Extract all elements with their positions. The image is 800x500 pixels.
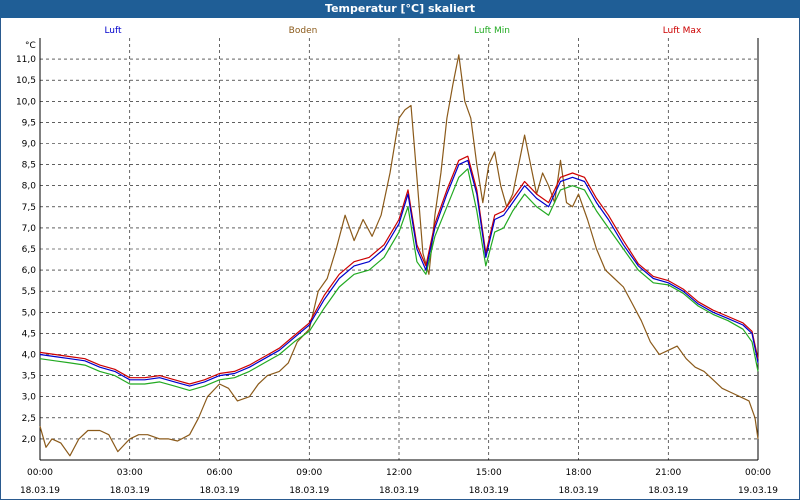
y-axis-unit: °C — [25, 41, 36, 51]
y-tick-label: 5,5 — [22, 287, 36, 297]
x-tick-time: 06:00 — [207, 468, 233, 478]
x-tick-time: 18:00 — [566, 468, 592, 478]
grid — [40, 38, 758, 460]
y-tick-label: 9,0 — [22, 140, 37, 150]
y-tick-label: 8,0 — [22, 182, 37, 192]
x-tick-date: 19.03.19 — [738, 486, 778, 496]
y-tick-label: 8,5 — [22, 161, 36, 171]
legend-item-luft: Luft — [104, 26, 122, 36]
x-tick-time: 21:00 — [655, 468, 681, 478]
y-tick-labels: 2,0 2,5 3,0 3,5 4,0 4,5 5,0 5,5 6,0 6,5 7,0 7,5 8,0 8… — [16, 55, 36, 445]
y-tick-label: 9,5 — [22, 118, 36, 128]
x-tick-time: 00:00 — [745, 468, 771, 478]
y-tick-label: 3,0 — [22, 393, 37, 403]
x-tick-time: 15:00 — [476, 468, 502, 478]
y-tick-label: 3,5 — [22, 372, 36, 382]
x-tick-date: 18.03.19 — [289, 486, 329, 496]
y-tick-label: 2,0 — [22, 435, 37, 445]
x-tick-date: 18.03.19 — [558, 486, 598, 496]
y-tick-label: 5,0 — [22, 308, 37, 318]
legend-item-luft-min: Luft Min — [474, 26, 510, 36]
y-tick-label: 2,5 — [22, 414, 36, 424]
x-tick-time: 00:00 — [27, 468, 53, 478]
y-tick-label: 11,0 — [16, 55, 36, 65]
x-tick-date: 18.03.19 — [110, 486, 150, 496]
y-tick-label: 7,5 — [22, 203, 36, 213]
y-tick-label: 10,0 — [16, 97, 36, 107]
x-tick-date: 18.03.19 — [199, 486, 239, 496]
y-tick-label: 4,0 — [22, 351, 37, 361]
x-tick-date: 18.03.19 — [469, 486, 509, 496]
x-tick-date: 18.03.19 — [20, 486, 60, 496]
x-tick-labels: 00:00 18.03.19 03:00 18.03.19 06:00 18.03.19 0… — [20, 468, 778, 496]
x-tick-date: 18.03.19 — [379, 486, 419, 496]
y-tick-label: 10,5 — [16, 76, 36, 86]
x-tick-time: 12:00 — [386, 468, 412, 478]
x-tick-time: 03:00 — [117, 468, 143, 478]
x-tick-time: 09:00 — [296, 468, 322, 478]
legend: Luft Boden Luft Min Luft Max — [104, 26, 702, 36]
y-tick-label: 6,5 — [22, 245, 36, 255]
y-tick-label: 4,5 — [22, 329, 36, 339]
legend-item-luft-max: Luft Max — [663, 26, 702, 36]
legend-item-boden: Boden — [289, 26, 318, 36]
x-tick-date: 18.03.19 — [648, 486, 688, 496]
y-tick-label: 6,0 — [22, 266, 37, 276]
temperature-chart: 2,0 2,5 3,0 3,5 4,0 4,5 5,0 5,5 6,0 6,5 7,0 7,5 8,0 8… — [16, 26, 778, 496]
y-tick-label: 7,0 — [22, 224, 37, 234]
